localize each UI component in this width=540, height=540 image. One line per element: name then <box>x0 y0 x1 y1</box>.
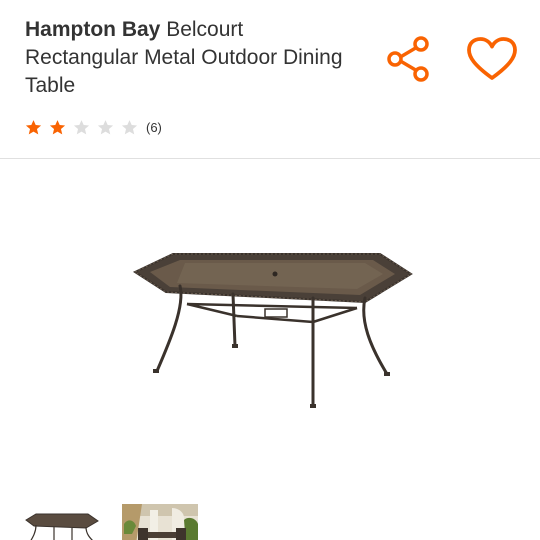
rating-summary[interactable]: (6) <box>25 115 162 139</box>
heart-icon[interactable] <box>466 36 518 82</box>
star-filled-icon <box>49 119 66 134</box>
product-header: Hampton Bay Belcourt Rectangular Metal O… <box>0 0 540 159</box>
star-empty-icon <box>73 119 90 134</box>
product-title: Hampton Bay Belcourt Rectangular Metal O… <box>25 16 355 100</box>
product-page: Hampton Bay Belcourt Rectangular Metal O… <box>0 0 540 540</box>
thumbnail-table[interactable] <box>24 504 100 540</box>
star-empty-icon <box>121 119 138 134</box>
star-empty-icon <box>97 119 114 134</box>
thumbnail-patio-image <box>122 504 198 540</box>
product-brand: Hampton Bay <box>25 18 161 41</box>
review-count[interactable]: (6) <box>146 120 162 135</box>
star-filled-icon <box>25 119 42 134</box>
share-icon[interactable] <box>384 34 432 84</box>
thumbnail-patio[interactable] <box>122 504 198 540</box>
product-image[interactable] <box>125 246 415 414</box>
thumbnail-table-image <box>25 513 99 540</box>
thumbnail-strip <box>0 500 540 540</box>
